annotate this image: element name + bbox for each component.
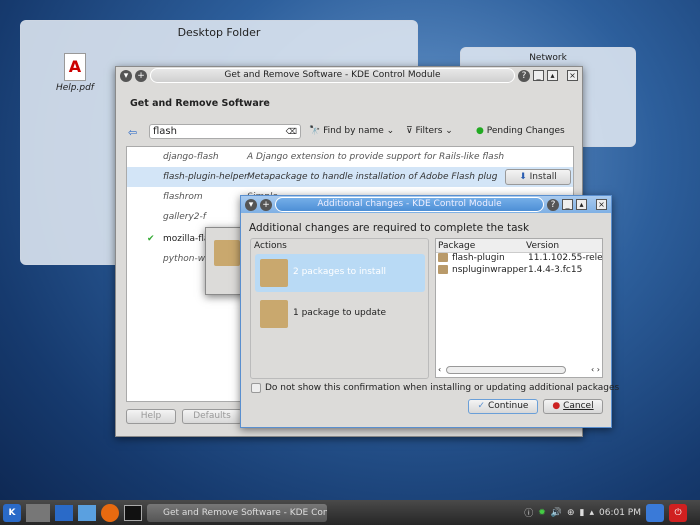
lock-icon[interactable] [646,503,664,522]
search-input[interactable]: flash ⌫ [149,124,301,139]
menu-icon[interactable]: ▾ [120,69,132,82]
firefox-icon[interactable] [101,503,119,522]
package-update-icon [260,300,288,328]
package-icon [214,240,240,266]
table-header: Package Version [436,239,602,253]
installed-check-icon: ✔ [147,234,155,244]
info-icon[interactable]: ⓘ [524,506,533,519]
menu-icon[interactable]: ▾ [245,198,257,211]
dialog-title-bar: ▾ + Additional changes - KDE Control Mod… [241,196,611,213]
cancel-button[interactable]: ● Cancel [543,399,603,414]
maximize-button[interactable]: ▴ [547,70,558,81]
help-icon[interactable]: ? [547,198,559,211]
power-icon[interactable]: ⏻ [669,503,687,522]
desktop-folder-title: Desktop Folder [177,26,261,39]
title-bar: ▾ + Get and Remove Software - KDE Contro… [116,67,582,84]
additional-changes-dialog: ▾ + Additional changes - KDE Control Mod… [240,195,619,428]
pin-icon[interactable]: + [260,198,272,211]
minimize-button[interactable]: _ [533,70,544,81]
window-title: Get and Remove Software - KDE Control Mo… [150,68,515,83]
table-row[interactable]: flash-plugin11.1.102.55-release [436,253,602,265]
pending-icon: ● [476,126,484,136]
checkbox-label: Do not show this confirmation when insta… [265,383,620,393]
page-title: Get and Remove Software [130,98,270,109]
taskbar: K Get and Remove Software - KDE Cont ⓘ ✹… [0,500,700,525]
actions-panel: Actions 2 packages to install 1 package … [250,238,429,379]
package-table: Package Version flash-plugin 11.1.102.55-… [435,238,603,378]
battery-icon[interactable]: ▮ [580,508,585,518]
table-row[interactable]: nspluginwrapper 1.4.4-3.fc15 [436,265,602,277]
network-icon[interactable]: ⊕ [567,508,575,518]
horizontal-scrollbar[interactable]: ‹ ‹ › [438,365,600,375]
pin-icon[interactable]: + [135,69,147,82]
terminal-icon[interactable] [124,504,142,521]
close-button[interactable]: × [596,199,607,210]
help-pdf-icon[interactable]: A Help.pdf [49,53,101,93]
clear-icon[interactable]: ⌫ [286,125,297,138]
list-item[interactable]: django-flash A Django extension to provid… [127,147,573,167]
clock[interactable]: 06:01 PM [599,508,641,518]
action-update[interactable]: 1 package to update [255,295,425,333]
network-title: Network [529,53,567,63]
folder-icon[interactable] [78,504,96,521]
pending-changes-button[interactable]: ● Pending Changes [476,126,565,136]
column-version: Version [526,241,560,251]
column-package: Package [438,241,476,251]
action-install[interactable]: 2 packages to install [255,254,425,292]
install-button[interactable]: ⬇ Install [505,169,571,185]
help-icon[interactable]: ? [518,69,530,82]
update-icon[interactable]: ✹ [538,508,546,518]
background-dialog [205,227,245,295]
volume-icon[interactable]: 🔊 [551,508,562,518]
list-item-selected[interactable]: flash-plugin-helper Metapackage to handle… [127,167,573,187]
minimize-button[interactable]: _ [562,199,573,210]
filters-button[interactable]: ⊽ Filters ⌄ [406,126,453,136]
actions-header: Actions [254,241,287,251]
desktop-icon[interactable] [55,504,73,521]
dont-show-checkbox[interactable]: Do not show this confirmation when insta… [251,383,619,393]
icon-label: Help.pdf [56,83,94,93]
find-by-name-dropdown[interactable]: 🔭 Find by name ⌄ [309,126,394,136]
tray-expand-icon[interactable]: ▴ [589,508,594,518]
help-button[interactable]: Help [126,409,176,424]
pager-icon[interactable] [26,503,50,522]
maximize-button[interactable]: ▴ [576,199,587,210]
defaults-button[interactable]: Defaults [182,409,242,424]
kde-menu-icon[interactable]: K [3,503,21,522]
dialog-title: Additional changes - KDE Control Module [275,197,544,212]
dialog-heading: Additional changes are required to compl… [249,222,530,234]
close-button[interactable]: × [567,70,578,81]
package-install-icon [260,259,288,287]
continue-button[interactable]: ✓ Continue [468,399,538,414]
task-button[interactable]: Get and Remove Software - KDE Cont [147,503,327,522]
back-arrow-icon[interactable]: ⇦ [128,126,137,139]
